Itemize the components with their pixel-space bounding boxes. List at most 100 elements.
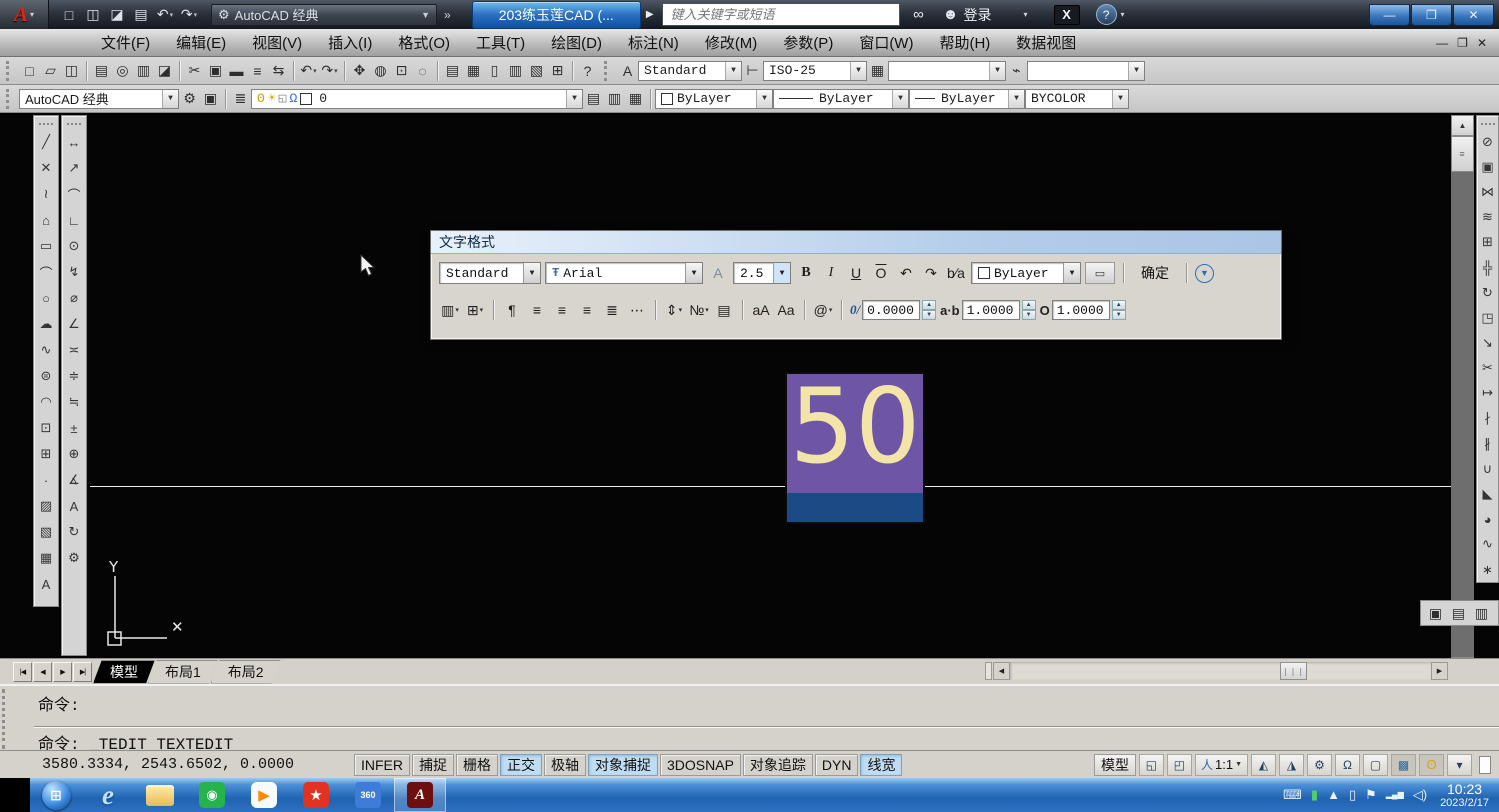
table-style-icon[interactable]: ▦ [867,60,888,82]
tab-模型[interactable]: 模型 [93,660,155,684]
rotate-icon[interactable]: ↻ [1478,280,1498,305]
toolbar-grip[interactable] [604,61,612,81]
move-icon[interactable]: ╬ [1478,255,1498,280]
tab-nav-3-icon[interactable]: ▶| [73,662,92,682]
diameter-icon[interactable]: ⌀ [64,285,84,311]
hardware-acceleration-icon[interactable]: ▩ [1391,754,1416,776]
properties-palette-icon[interactable]: ▤ [442,60,463,82]
drawing-quickview-icon[interactable]: ◰ [1167,754,1192,776]
dialog-style-dropdown[interactable]: Standard▼ [439,262,541,284]
mdi-minimize-icon[interactable]: — [1436,36,1448,50]
rectangle-icon[interactable]: ▭ [36,233,56,259]
clean-screen-button[interactable] [1479,756,1491,774]
revision-cloud-icon[interactable]: ☁ [36,311,56,337]
search-icon[interactable]: ∞ [908,4,930,26]
tencent-video-icon[interactable]: ▶ [238,778,290,812]
tolerance-icon[interactable]: ± [64,415,84,441]
mtext-value[interactable]: 50 [787,366,923,488]
close-button[interactable]: ✕ [1453,4,1494,26]
dialog-title[interactable]: 文字格式 [431,231,1281,254]
status-toggle-6[interactable]: 3DOSNAP [660,754,741,776]
mdi-close-icon[interactable]: ✕ [1477,36,1487,50]
color-dropdown[interactable]: ByLayer ▼ [655,89,773,109]
break-icon[interactable]: ∦ [1478,431,1498,456]
oblique-spinner[interactable]: ▲▼ [922,300,936,320]
width-factor-spinner[interactable]: ▲▼ [1112,300,1126,320]
redo-icon[interactable]: ↷ [179,5,199,25]
scroll-right-icon[interactable]: ▶ [1431,662,1448,680]
plot-style-dropdown[interactable]: BYCOLOR ▼ [1025,89,1129,109]
ruler-toggle-icon[interactable]: ▭ [1085,262,1115,284]
ok-button[interactable]: 确定 [1132,262,1178,284]
oblique-input[interactable]: 0.0000 [862,300,920,320]
screen-recorder-icon[interactable]: ◉ [186,778,238,812]
status-toggle-9[interactable]: 线宽 [860,754,902,776]
layout-quickview-icon[interactable]: ◱ [1139,754,1164,776]
menu-item-8[interactable]: 修改(M) [692,32,771,53]
dialog-height-dropdown[interactable]: 2.5▼ [733,262,791,284]
mtext-justify-icon[interactable]: ⊞ [464,299,486,321]
dim-style-dropdown[interactable]: ISO-25▼ [763,61,867,81]
quick-calc-icon[interactable]: ⊞ [547,60,568,82]
options-icon[interactable]: ▼ [1195,264,1214,283]
jogged-icon[interactable]: ↯ [64,259,84,285]
blend-curves-icon[interactable]: ∿ [1478,532,1498,557]
hatch-icon[interactable]: ▨ [36,493,56,519]
bold-icon[interactable]: B [795,262,817,284]
taskbar-clock[interactable]: 10:23 2023/2/17 [1440,781,1489,810]
tab-布局1[interactable]: 布局1 [148,660,218,684]
zoom-window-icon[interactable]: ⊡ [391,60,412,82]
quick-dimension-icon[interactable]: ≍ [64,337,84,363]
zoom-realtime-icon[interactable]: ◍ [370,60,391,82]
menu-item-6[interactable]: 绘图(D) [538,32,615,53]
ellipse-arc-icon[interactable]: ◠ [36,389,56,415]
point-icon[interactable]: · [36,467,56,493]
usb-icon[interactable]: ▮ [1311,787,1318,803]
stack-icon[interactable]: b∕a [945,262,967,284]
paste-icon[interactable]: ▬ [226,60,247,82]
menu-item-0[interactable]: 文件(F) [88,32,163,53]
drawing-line[interactable] [90,486,1451,487]
exchange-icon[interactable]: X [1054,5,1080,25]
bring-above-icon[interactable]: ▥ [1471,602,1492,624]
columns-icon[interactable]: ▥ [439,299,461,321]
save-file-icon[interactable]: ◫ [83,5,103,25]
new-file-icon[interactable]: □ [19,60,40,82]
horizontal-scroll-thumb[interactable]: ❘❘❘ [1280,662,1307,680]
tab-scrollbar-splitter[interactable] [985,662,992,680]
chamfer-icon[interactable]: ◣ [1478,481,1498,506]
aligned-dimension-icon[interactable]: ↗ [64,155,84,181]
insert-field-icon[interactable]: ▤ [713,299,735,321]
align-center-icon[interactable]: ≡ [551,299,573,321]
align-left-icon[interactable]: ≡ [526,299,548,321]
scroll-up-icon[interactable]: ▲ [1451,115,1474,136]
vertical-scrollbar[interactable]: ▲ ≡ ▼ [1451,115,1474,658]
toolbar-overflow-icon[interactable]: » [444,8,451,22]
layer-previous-icon[interactable]: ▥ [604,88,625,110]
plot-icon[interactable]: ▤ [91,60,112,82]
ellipse-icon[interactable]: ⊜ [36,363,56,389]
explorer-icon[interactable] [134,778,186,812]
menu-item-4[interactable]: 格式(O) [385,32,463,53]
make-block-icon[interactable]: ⊞ [36,441,56,467]
center-mark-icon[interactable]: ⊕ [64,441,84,467]
bring-to-front-icon[interactable]: ▣ [1425,602,1446,624]
angular-icon[interactable]: ∠ [64,311,84,337]
show-hidden-icon[interactable]: ▲ [1327,787,1340,803]
tab-布局2[interactable]: 布局2 [211,660,281,684]
polyline-icon[interactable]: ≀ [36,181,56,207]
save-as-icon[interactable]: ◪ [107,5,127,25]
polygon-icon[interactable]: ⌂ [36,207,56,233]
annotation-scale-dropdown[interactable]: 人 1:1 ▼ [1195,754,1248,776]
baseline-icon[interactable]: ≑ [64,363,84,389]
dialog-color-dropdown[interactable]: ByLayer▼ [971,262,1081,284]
status-light-icon[interactable]: ʘ [1419,754,1444,776]
search-box[interactable] [662,3,900,26]
justify-icon[interactable]: ≣ [601,299,623,321]
dialog-font-dropdown[interactable]: Ŧ Arial▼ [545,262,703,284]
break-at-point-icon[interactable]: ∤ [1478,406,1498,431]
zip-360-icon[interactable]: 360 [342,778,394,812]
line-icon[interactable]: ╱ [36,129,56,155]
layer-thaw-icon[interactable]: ☀ [268,91,276,106]
uppercase-icon[interactable]: aA [750,299,772,321]
